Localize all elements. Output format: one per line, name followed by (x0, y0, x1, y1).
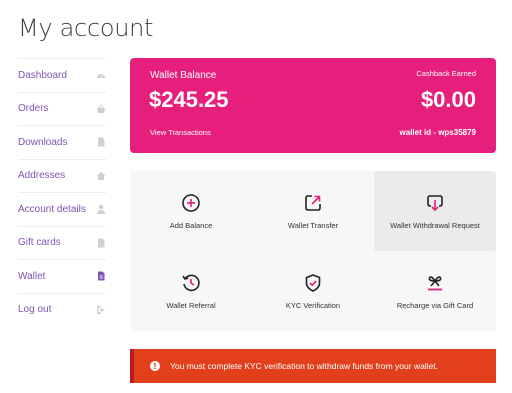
exclamation-icon: ! (150, 361, 160, 371)
gift-card-icon (425, 273, 445, 293)
sidebar-item-label: Gift cards (18, 237, 61, 249)
kyc-error-notice: ! You must complete KYC verification to … (130, 349, 496, 383)
sidebar-item-downloads[interactable]: Downloads (18, 125, 106, 159)
action-label: Recharge via Gift Card (396, 300, 474, 310)
cashback-earned-label: Cashback Earned (416, 69, 476, 78)
sidebar-item-wallet[interactable]: Wallet (18, 259, 106, 293)
wallet-withdrawal-request-button[interactable]: Wallet Withdrawal Request (374, 171, 496, 251)
wallet-referral-button[interactable]: Wallet Referral (130, 251, 252, 331)
wallet-actions-grid: Add Balance Wallet Transfer Wallet Withd… (130, 171, 496, 331)
recharge-gift-card-button[interactable]: Recharge via Gift Card (374, 251, 496, 331)
sidebar-item-label: Downloads (18, 136, 68, 148)
file-icon (96, 238, 106, 248)
sidebar-item-label: Orders (18, 103, 49, 115)
home-icon (96, 171, 106, 181)
action-label: Wallet Referral (166, 300, 216, 310)
sidebar-item-label: Dashboard (18, 69, 67, 81)
sidebar-item-account-details[interactable]: Account details (18, 192, 106, 226)
wallet-transfer-button[interactable]: Wallet Transfer (252, 171, 374, 251)
sidebar-item-label: Wallet (18, 270, 46, 282)
add-balance-button[interactable]: Add Balance (130, 171, 252, 251)
wallet-balance-label: Wallet Balance (150, 70, 217, 81)
plus-circle-icon (181, 193, 201, 213)
referral-clock-icon (181, 273, 201, 293)
sidebar-item-log-out[interactable]: Log out (18, 292, 106, 327)
sidebar-item-orders[interactable]: Orders (18, 91, 106, 126)
sidebar-item-dashboard[interactable]: Dashboard (18, 58, 106, 92)
logout-icon (96, 305, 106, 315)
sidebar-item-addresses[interactable]: Addresses (18, 158, 106, 193)
file-icon (96, 271, 106, 281)
action-label: Wallet Withdrawal Request (390, 220, 480, 230)
action-label: Add Balance (169, 220, 213, 230)
action-label: KYC Verification (285, 300, 341, 310)
basket-icon (96, 103, 106, 114)
notice-text: You must complete KYC verification to wi… (170, 361, 439, 371)
sidebar-item-label: Account details (18, 203, 86, 215)
file-icon (96, 137, 106, 147)
sidebar-item-gift-cards[interactable]: Gift cards (18, 225, 106, 260)
transfer-icon (303, 193, 323, 213)
kyc-verification-button[interactable]: KYC Verification (252, 251, 374, 331)
cashback-earned-amount: $0.00 (420, 87, 476, 112)
account-navigation: Dashboard Orders Downloads Addresses Acc… (18, 58, 106, 326)
dashboard-icon (96, 70, 106, 80)
action-label: Wallet Transfer (287, 220, 339, 230)
wallet-balance-card: Wallet Balance $245.25 View Transactions… (130, 58, 496, 153)
wallet-balance-amount: $245.25 (149, 87, 229, 112)
page-title: My account (18, 14, 154, 42)
user-icon (96, 204, 106, 215)
shield-check-icon (303, 273, 323, 293)
withdrawal-icon (425, 193, 445, 213)
sidebar-item-label: Log out (18, 304, 52, 316)
view-transactions-link[interactable]: View Transactions (150, 128, 211, 137)
sidebar-item-label: Addresses (18, 170, 66, 182)
wallet-id: wallet id - wps35879 (399, 128, 476, 137)
